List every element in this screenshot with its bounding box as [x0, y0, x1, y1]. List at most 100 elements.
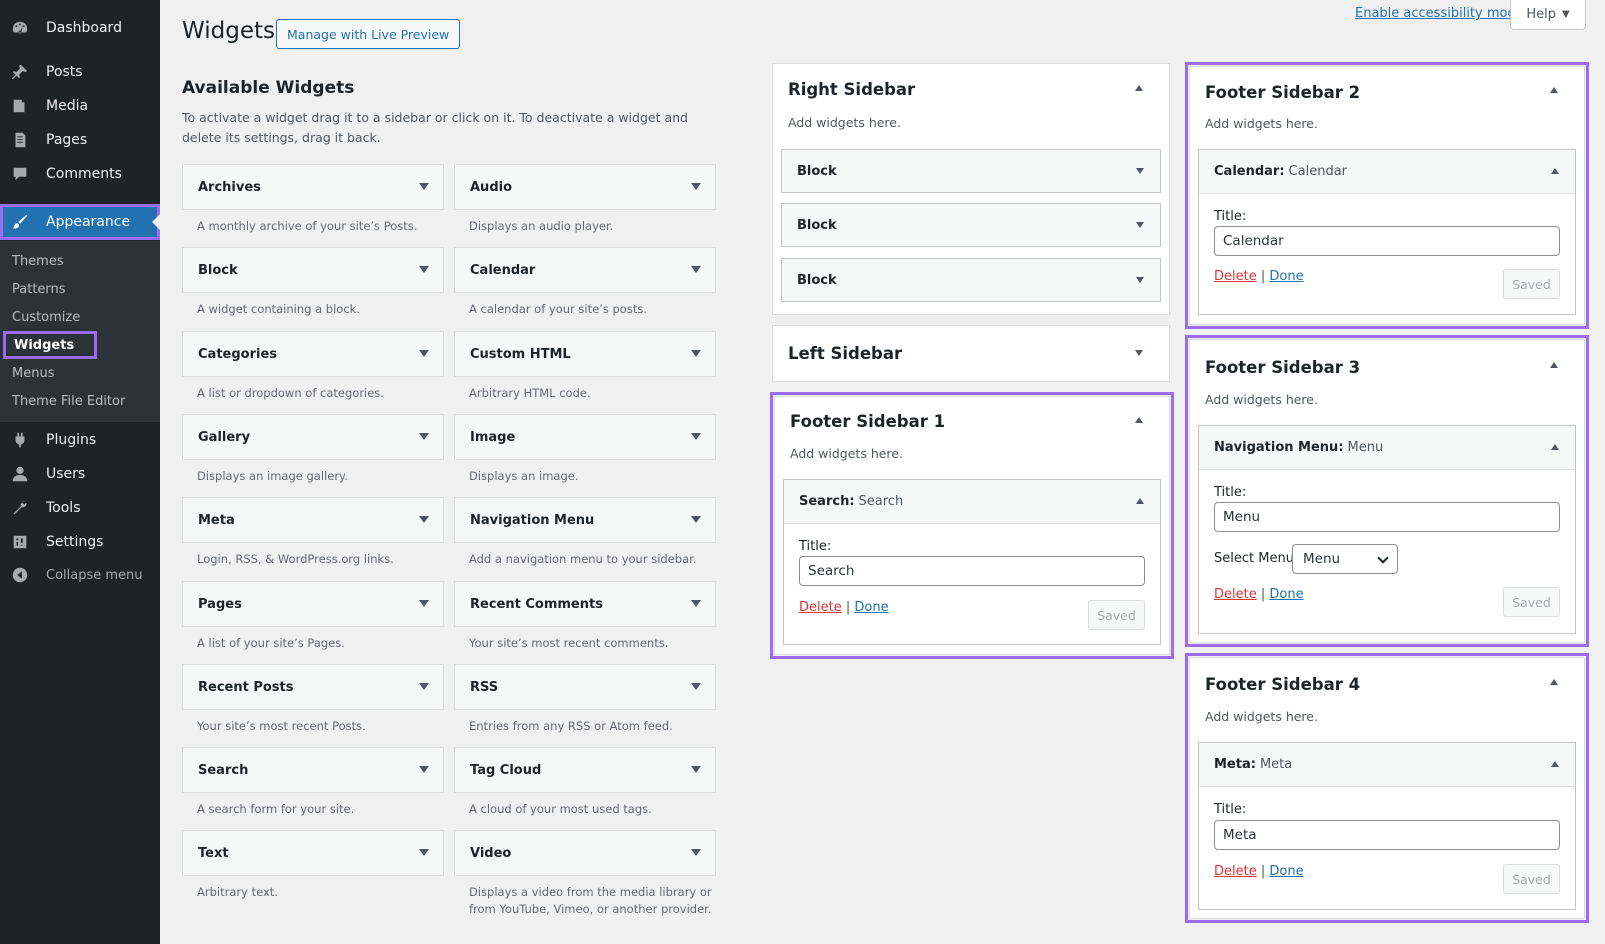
footer-sidebar-2-title: Footer Sidebar 2 [1205, 83, 1361, 102]
expand-icon[interactable] [419, 600, 429, 607]
menu-posts[interactable]: Posts [0, 55, 83, 89]
right-sidebar-widget[interactable]: Block [781, 258, 1161, 302]
menu-pages[interactable]: Pages [0, 123, 87, 157]
done-link[interactable]: Done [1269, 864, 1303, 879]
submenu-patterns[interactable]: Patterns [0, 275, 160, 303]
available-widget[interactable]: Video [454, 830, 716, 876]
expand-icon[interactable] [691, 350, 701, 357]
menu-users[interactable]: Users [0, 457, 85, 491]
done-link[interactable]: Done [1269, 587, 1303, 602]
available-widget[interactable]: Recent Posts [182, 664, 444, 710]
expand-icon[interactable] [419, 849, 429, 856]
submenu-widgets[interactable]: Widgets [0, 331, 160, 359]
footer-sidebar-4-toggle-icon[interactable] [1550, 679, 1558, 685]
expand-icon[interactable] [691, 433, 701, 440]
expand-icon[interactable] [691, 849, 701, 856]
collapse-icon[interactable] [1551, 444, 1559, 450]
menu-tools[interactable]: Tools [0, 491, 81, 525]
meta-widget-header[interactable]: Meta: Meta [1199, 743, 1575, 787]
submenu-menus[interactable]: Menus [0, 359, 160, 387]
available-widget[interactable]: Tag Cloud [454, 747, 716, 793]
menu-dashboard[interactable]: Dashboard [0, 11, 122, 45]
available-widget[interactable]: RSS [454, 664, 716, 710]
submenu-themes[interactable]: Themes [0, 247, 160, 275]
footer-sidebar-3[interactable]: Footer Sidebar 3 Add widgets here. Navig… [1185, 335, 1589, 647]
expand-icon[interactable] [1136, 222, 1144, 228]
left-sidebar-toggle-icon[interactable] [1135, 350, 1143, 356]
expand-icon[interactable] [1136, 277, 1144, 283]
select-menu-dropdown[interactable]: Menu [1292, 544, 1398, 574]
available-widget[interactable]: Block [182, 247, 444, 293]
expand-icon[interactable] [1136, 168, 1144, 174]
done-link[interactable]: Done [1269, 269, 1303, 284]
available-widget[interactable]: Text [182, 830, 444, 876]
expand-icon[interactable] [419, 266, 429, 273]
collapse-icon[interactable] [1551, 168, 1559, 174]
title-input[interactable] [1214, 502, 1560, 532]
menu-collapse[interactable]: Collapse menu [0, 558, 143, 592]
right-sidebar[interactable]: Right Sidebar Add widgets here. Block Bl… [772, 63, 1170, 315]
delete-link[interactable]: Delete [1214, 269, 1257, 284]
available-widget[interactable]: Categories [182, 331, 444, 377]
right-sidebar-widget[interactable]: Block [781, 149, 1161, 193]
right-sidebar-toggle-icon[interactable] [1135, 85, 1143, 91]
expand-icon[interactable] [691, 183, 701, 190]
available-widget[interactable]: Meta [182, 497, 444, 543]
expand-icon[interactable] [419, 183, 429, 190]
expand-icon[interactable] [419, 516, 429, 523]
title-input[interactable] [799, 556, 1145, 586]
menu-settings[interactable]: Settings [0, 525, 103, 559]
expand-icon[interactable] [419, 766, 429, 773]
available-widget[interactable]: Search [182, 747, 444, 793]
expand-icon[interactable] [691, 766, 701, 773]
menu-plugins[interactable]: Plugins [0, 423, 96, 457]
delete-link[interactable]: Delete [799, 600, 842, 615]
expand-icon[interactable] [691, 683, 701, 690]
available-widget[interactable]: Audio [454, 164, 716, 210]
expand-icon[interactable] [691, 516, 701, 523]
saved-button[interactable]: Saved [1503, 269, 1560, 299]
available-widget[interactable]: Calendar [454, 247, 716, 293]
collapse-icon[interactable] [1136, 498, 1144, 504]
saved-button[interactable]: Saved [1503, 587, 1560, 617]
footer-sidebar-1[interactable]: Footer Sidebar 1 Add widgets here. Searc… [770, 392, 1174, 659]
submenu-customize[interactable]: Customize [0, 303, 160, 331]
live-preview-button[interactable]: Manage with Live Preview [276, 19, 461, 49]
available-widget[interactable]: Archives [182, 164, 444, 210]
done-link[interactable]: Done [854, 600, 888, 615]
expand-icon[interactable] [419, 683, 429, 690]
search-widget-header[interactable]: Search: Search [784, 480, 1160, 524]
saved-button[interactable]: Saved [1503, 864, 1560, 894]
expand-icon[interactable] [419, 433, 429, 440]
expand-icon[interactable] [419, 350, 429, 357]
available-widget[interactable]: Gallery [182, 414, 444, 460]
menu-comments[interactable]: Comments [0, 157, 122, 191]
left-sidebar[interactable]: Left Sidebar [772, 325, 1170, 382]
footer-sidebar-2-toggle-icon[interactable] [1550, 87, 1558, 93]
footer-sidebar-1-toggle-icon[interactable] [1135, 417, 1143, 423]
footer-sidebar-2[interactable]: Footer Sidebar 2 Add widgets here. Calen… [1185, 62, 1589, 329]
menu-appearance[interactable]: Appearance [0, 204, 160, 240]
available-widget[interactable]: Recent Comments [454, 581, 716, 627]
delete-link[interactable]: Delete [1214, 587, 1257, 602]
footer-sidebar-3-toggle-icon[interactable] [1550, 362, 1558, 368]
title-input[interactable] [1214, 820, 1560, 850]
navigation-menu-widget-header[interactable]: Navigation Menu: Menu [1199, 426, 1575, 470]
available-widget[interactable]: Image [454, 414, 716, 460]
right-sidebar-widget[interactable]: Block [781, 203, 1161, 247]
title-input[interactable] [1214, 226, 1560, 256]
delete-link[interactable]: Delete [1214, 864, 1257, 879]
help-button[interactable]: Help ▼ [1510, 0, 1586, 30]
available-widget[interactable]: Custom HTML [454, 331, 716, 377]
accessibility-mode-link[interactable]: Enable accessibility mode [1355, 6, 1524, 21]
calendar-widget-header[interactable]: Calendar: Calendar [1199, 150, 1575, 194]
submenu-theme-file-editor[interactable]: Theme File Editor [0, 387, 160, 415]
expand-icon[interactable] [691, 266, 701, 273]
available-widget[interactable]: Pages [182, 581, 444, 627]
collapse-icon[interactable] [1551, 761, 1559, 767]
available-widget[interactable]: Navigation Menu [454, 497, 716, 543]
expand-icon[interactable] [691, 600, 701, 607]
saved-button[interactable]: Saved [1088, 600, 1145, 630]
footer-sidebar-4[interactable]: Footer Sidebar 4 Add widgets here. Meta:… [1185, 653, 1589, 923]
menu-media[interactable]: Media [0, 89, 88, 123]
